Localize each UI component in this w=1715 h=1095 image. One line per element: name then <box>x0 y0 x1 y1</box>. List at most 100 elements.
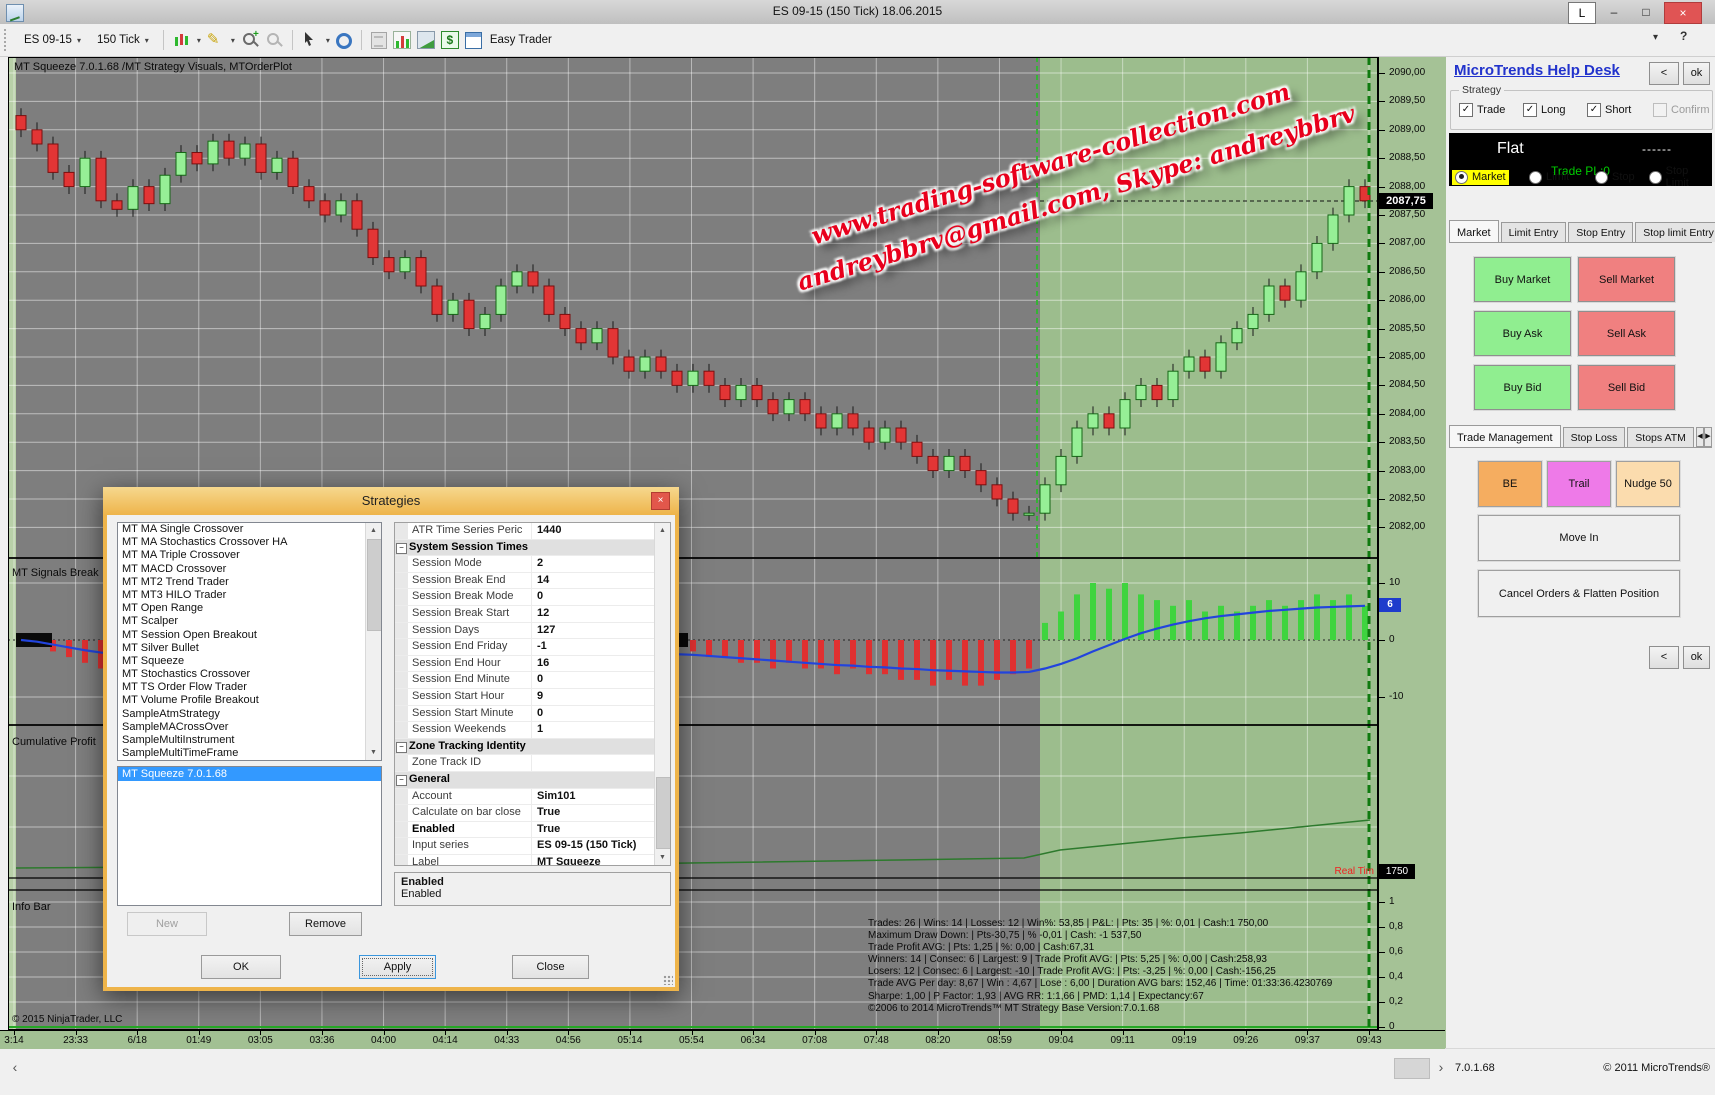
property-row[interactable]: Session End Friday-1 <box>395 639 670 656</box>
tab-stop-loss[interactable]: Stop Loss <box>1563 427 1626 447</box>
chevron-down-icon[interactable]: ▾ <box>231 36 235 45</box>
strategy-list-item[interactable]: MT MA Triple Crossover <box>118 549 381 562</box>
buy-bid-button[interactable]: Buy Bid <box>1474 365 1571 410</box>
cursor-icon[interactable] <box>302 31 320 49</box>
property-row[interactable]: Session End Hour16 <box>395 656 670 673</box>
tab-trade-management[interactable]: Trade Management <box>1449 425 1561 447</box>
grid-scrollbar[interactable]: ▲▼ <box>654 523 670 865</box>
buy-ask-button[interactable]: Buy Ask <box>1474 311 1571 356</box>
radio-stop[interactable] <box>1595 171 1608 184</box>
dialog-close-icon[interactable]: × <box>651 492 670 510</box>
property-row[interactable]: Session Start Hour9 <box>395 689 670 706</box>
selected-strategy-item[interactable]: MT Squeeze 7.0.1.68 <box>118 767 381 781</box>
property-grid[interactable]: ATR Time Series Peric1440−System Session… <box>394 522 671 866</box>
strategy-list-item[interactable]: MT TS Order Flow Trader <box>118 681 381 694</box>
time-axis[interactable]: 3:1423:336/1801:4903:0503:3604:0004:1404… <box>0 1030 1445 1049</box>
help-icon[interactable]: ? <box>1680 29 1687 43</box>
bar-chart-icon[interactable] <box>393 31 411 49</box>
strategy-list-item[interactable]: MT Volume Profile Breakout <box>118 694 381 707</box>
property-row[interactable]: Session Weekends1 <box>395 722 670 739</box>
maximize-button[interactable]: □ <box>1632 2 1660 22</box>
order-type-radio[interactable]: Limit <box>1526 170 1572 185</box>
minimize-button[interactable]: – <box>1600 2 1628 22</box>
panel-collapse-icon[interactable]: ▾ <box>1653 32 1658 43</box>
strategy-list-item[interactable]: MT MT2 Trend Trader <box>118 576 381 589</box>
trail-button[interactable]: Trail <box>1547 461 1611 507</box>
strategy-list-item[interactable]: SampleAtmStrategy <box>118 708 381 721</box>
tab-market[interactable]: Market <box>1449 220 1499 242</box>
property-row[interactable]: Session Break End14 <box>395 573 670 590</box>
property-row[interactable]: Session Mode2 <box>395 556 670 573</box>
price-axis[interactable]: 2090,002089,502089,002088,502088,002087,… <box>1378 57 1446 1048</box>
property-row[interactable]: Zone Track ID <box>395 755 670 772</box>
property-category-row[interactable]: −System Session Times <box>395 540 670 557</box>
scroll-down-icon[interactable]: ▼ <box>366 745 381 760</box>
interval-selector[interactable]: 150 Tick ▾ <box>92 31 154 49</box>
radio-limit[interactable] <box>1529 171 1542 184</box>
strategy-list-item[interactable]: SampleMultiTimeFrame <box>118 747 381 760</box>
strategy-list-item[interactable]: MT Silver Bullet <box>118 642 381 655</box>
selected-strategies-list[interactable]: MT Squeeze 7.0.1.68 <box>117 766 382 906</box>
help-desk-link[interactable]: MicroTrends Help Desk <box>1454 62 1620 79</box>
chevron-down-icon[interactable]: ▾ <box>197 36 201 45</box>
property-row[interactable]: Session End Minute0 <box>395 672 670 689</box>
tab-limit-entry[interactable]: Limit Entry <box>1501 222 1567 242</box>
strategy-list-item[interactable]: MT MT3 HILO Trader <box>118 589 381 602</box>
panel-ok-button-2[interactable]: ok <box>1683 646 1710 669</box>
resize-grip[interactable] <box>663 975 673 985</box>
property-row[interactable]: Session Break Mode0 <box>395 589 670 606</box>
move-in-button[interactable]: Move In <box>1478 515 1680 561</box>
property-row[interactable]: Session Break Start12 <box>395 606 670 623</box>
scroll-up-icon[interactable]: ▲ <box>655 523 670 538</box>
radio-stop-limit[interactable] <box>1649 171 1662 184</box>
apply-button[interactable]: Apply <box>359 955 436 979</box>
strategy-list-item[interactable]: MT MA Stochastics Crossover HA <box>118 536 381 549</box>
scrollbar-thumb[interactable] <box>656 777 671 849</box>
strategy-list-item[interactable]: MT Stochastics Crossover <box>118 668 381 681</box>
dollar-icon[interactable]: $ <box>441 31 459 49</box>
property-row[interactable]: Session Start Minute0 <box>395 706 670 723</box>
tab-stop-limit-entry[interactable]: Stop limit Entry <box>1635 222 1715 242</box>
tab-scroll-left-icon[interactable]: ◀ <box>1696 427 1704 447</box>
strategy-list-item[interactable]: SampleMultiInstrument <box>118 734 381 747</box>
checkbox-short[interactable]: ✓ <box>1587 103 1601 117</box>
buy-market-button[interactable]: Buy Market <box>1474 257 1571 302</box>
strategy-list-item[interactable]: MT Session Open Breakout <box>118 629 381 642</box>
order-type-radio[interactable]: Market <box>1452 170 1509 185</box>
l-button[interactable]: L <box>1568 2 1596 24</box>
tab-stop-entry[interactable]: Stop Entry <box>1568 222 1633 242</box>
list-scrollbar[interactable]: ▲▼ <box>365 523 381 760</box>
scrollbar-thumb[interactable] <box>367 539 382 631</box>
cancel-flatten-button[interactable]: Cancel Orders & Flatten Position <box>1478 570 1680 617</box>
strategy-list-item[interactable]: SampleMACrossOver <box>118 721 381 734</box>
crosshair-icon[interactable] <box>336 33 352 49</box>
scroll-right-arrow[interactable]: › <box>1430 1057 1452 1079</box>
property-row[interactable]: ATR Time Series Peric1440 <box>395 523 670 540</box>
scrollbar-thumb[interactable] <box>1394 1058 1430 1079</box>
dialog-title-bar[interactable]: Strategies × <box>103 487 679 515</box>
zoom-in-icon[interactable]: + <box>241 31 259 49</box>
checkbox-trade[interactable]: ✓ <box>1459 103 1473 117</box>
chart-style-icon[interactable] <box>173 31 191 49</box>
order-type-radio[interactable]: Stop <box>1592 170 1638 185</box>
grid-sheet-icon[interactable] <box>465 32 482 49</box>
scroll-down-icon[interactable]: ▼ <box>655 850 670 865</box>
nudge-50-button[interactable]: Nudge 50 <box>1616 461 1680 507</box>
close-button[interactable]: × <box>1664 2 1702 24</box>
strategy-list-item[interactable]: MT MACD Crossover <box>118 563 381 576</box>
strategy-list-item[interactable]: MT Open Range <box>118 602 381 615</box>
sell-bid-button[interactable]: Sell Bid <box>1578 365 1675 410</box>
panel-ok-button[interactable]: ok <box>1683 62 1710 85</box>
draw-pencil-icon[interactable]: ✎ <box>207 31 225 49</box>
scroll-up-icon[interactable]: ▲ <box>366 523 381 538</box>
property-category-row[interactable]: −Zone Tracking Identity <box>395 739 670 756</box>
strategy-list-item[interactable]: MT Squeeze <box>118 655 381 668</box>
new-button[interactable]: New <box>127 912 207 936</box>
strategy-list-item[interactable]: MT Scalper <box>118 615 381 628</box>
collapse-glyph-icon[interactable]: − <box>396 543 407 554</box>
strategy-checkbox-item[interactable]: ✓Trade <box>1459 103 1505 117</box>
collapse-glyph-icon[interactable]: − <box>396 742 407 753</box>
remove-button[interactable]: Remove <box>289 912 362 936</box>
sell-ask-button[interactable]: Sell Ask <box>1578 311 1675 356</box>
strategy-checkbox-item[interactable]: ✓Short <box>1587 103 1631 117</box>
